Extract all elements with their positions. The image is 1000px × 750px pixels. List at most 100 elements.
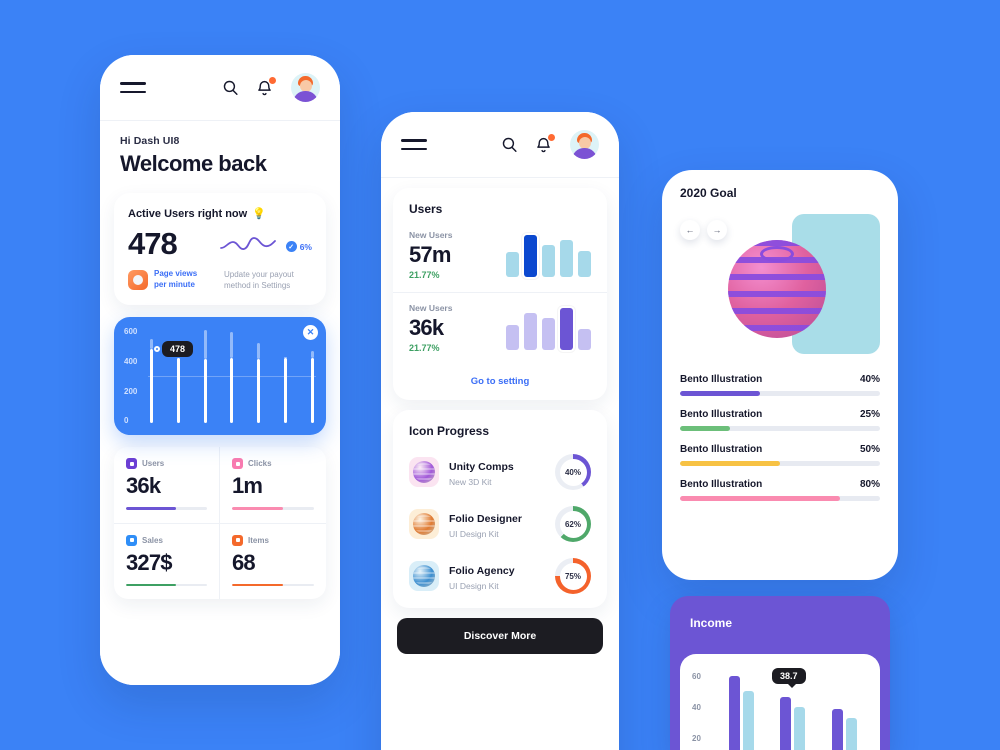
ytick-20: 20 [692,734,701,743]
bar [176,358,180,424]
activity-chart-yaxis: 600 400 200 0 [124,327,148,425]
users-row-change: 21.77% [409,270,440,280]
active-users-card: Active Users right now 💡 478 ✓ 6% Page v… [114,193,326,306]
app-icon [409,457,439,487]
active-users-metric-row: 478 ✓ 6% [128,228,312,259]
bar [542,244,555,277]
icon-progress-card: Icon Progress Unity Comps New 3D Kit 40% Fo… [393,410,607,608]
stat-track [126,583,207,587]
stat-cell[interactable]: Users 36k [114,447,220,524]
users-row-text: New Users 57m 21.77% [409,230,500,280]
users-row: New Users 36k 21.77% [393,293,607,365]
stat-cell[interactable]: Clicks 1m [220,447,326,524]
bar [542,317,555,350]
icon-progress-row[interactable]: Folio Designer UI Design Kit 62% [393,498,607,550]
hamburger-menu-icon[interactable] [401,139,427,150]
bar [257,342,261,424]
income-card: Income 60 40 20 38.7 [670,596,890,750]
income-bar-group [780,697,806,750]
app-icon [409,561,439,591]
stat-cell[interactable]: Sales 327$ [114,523,220,600]
icon-progress-row[interactable]: Folio Agency UI Design Kit 75% [393,550,607,602]
search-icon[interactable] [492,136,526,153]
bar [524,235,537,277]
goal-illustration-area: ← → [680,210,880,358]
stat-icon [126,458,137,470]
stat-fill [126,507,177,510]
bar [560,308,573,350]
progress-fill [680,426,730,431]
go-to-setting-link[interactable]: Go to setting [393,365,607,400]
icon-progress-text: Folio Designer UI Design Kit [449,509,545,539]
progress-row-name: Bento Illustration [680,374,763,385]
ytick-200: 200 [124,386,138,396]
growth-percent: 6% [299,241,312,252]
progress-ring-label: 62% [559,510,587,538]
active-users-title-text: Active Users right now [128,207,248,220]
stat-fill [126,583,177,587]
active-users-value-wrap: 478 [128,228,220,259]
stat-value: 1m [232,473,263,499]
bar-blue [845,718,857,750]
phone-mockup-center: Users New Users 57m 21.77% New Users 36k 21.7… [381,112,619,750]
check-circle-icon: ✓ [285,241,297,252]
progress-row: Bento Illustration 80% [680,479,880,501]
progress-fill [680,461,780,466]
bell-notification-icon[interactable] [247,75,281,97]
ytick-40: 40 [692,703,701,712]
greeting-headline: Welcome back [120,151,267,176]
stat-fill [232,507,283,510]
phone-mockup-left: Hi Dash UI8 Welcome back Active Users ri… [100,55,340,685]
users-row-value: 36k [409,315,444,340]
bar-ghost-top [310,350,314,359]
progress-row: Bento Illustration 40% [680,374,880,396]
search-icon[interactable] [213,79,247,96]
discover-more-button[interactable]: Discover More [397,618,603,654]
user-avatar[interactable] [291,73,320,102]
stat-track [232,507,314,510]
bar [578,329,591,350]
user-avatar[interactable] [570,130,599,159]
payout-note: Update your payout method in Settings [224,270,294,291]
goal-title: 2020 Goal [680,186,737,200]
ytick-0: 0 [124,416,129,426]
progress-row: Bento Illustration 25% [680,409,880,431]
activity-bar-chart: ✕ 600 400 200 0 478 [114,317,326,436]
progress-track [680,461,880,466]
notification-badge [268,75,277,85]
income-chart-area: 60 40 20 38.7 [680,654,880,750]
users-card: Users New Users 57m 21.77% New Users 36k 21.7… [393,188,607,400]
topbar-left [100,55,340,121]
app-icon [409,509,439,539]
active-users-value: 478 [128,226,178,261]
icon-progress-name: Folio Agency [449,565,515,577]
progress-row-percent: 50% [859,444,880,455]
progress-row-head: Bento Illustration 50% [680,444,880,455]
icon-progress-name: Folio Designer [449,513,522,525]
progress-ring: 62% [555,506,591,542]
progress-row-head: Bento Illustration 25% [680,409,880,420]
bar [506,325,519,350]
carousel-nav: ← → [680,220,727,240]
stat-cell[interactable]: Items 68 [220,524,326,600]
phone-mockup-right: 2020 Goal ← → Bento Illustration 40% Bento… [662,170,898,580]
screen-left: Hi Dash UI8 Welcome back Active Users ri… [100,121,340,685]
bar-blue [743,691,755,750]
stat-head: Users [126,458,207,470]
progress-list: Bento Illustration 40% Bento Illustration 2… [662,372,898,530]
stat-track [232,583,314,587]
bell-notification-icon[interactable] [526,132,560,154]
icon-progress-row[interactable]: Unity Comps New 3D Kit 40% [393,446,607,498]
hamburger-menu-icon[interactable] [120,82,146,93]
greeting-hi: Hi Dash UI8 [120,135,180,147]
ytick-600: 600 [124,327,138,337]
stat-label: Items [248,535,269,545]
income-tooltip: 38.7 [772,668,806,688]
arrow-right-icon[interactable]: → [707,220,727,240]
stat-value: 327$ [126,549,173,575]
arrow-left-icon[interactable]: ← [680,220,700,240]
bar-ghost-top [203,330,207,360]
users-row-text: New Users 36k 21.77% [409,303,500,353]
page-views-link[interactable]: Page views per minute [128,269,216,291]
bar [310,350,314,424]
